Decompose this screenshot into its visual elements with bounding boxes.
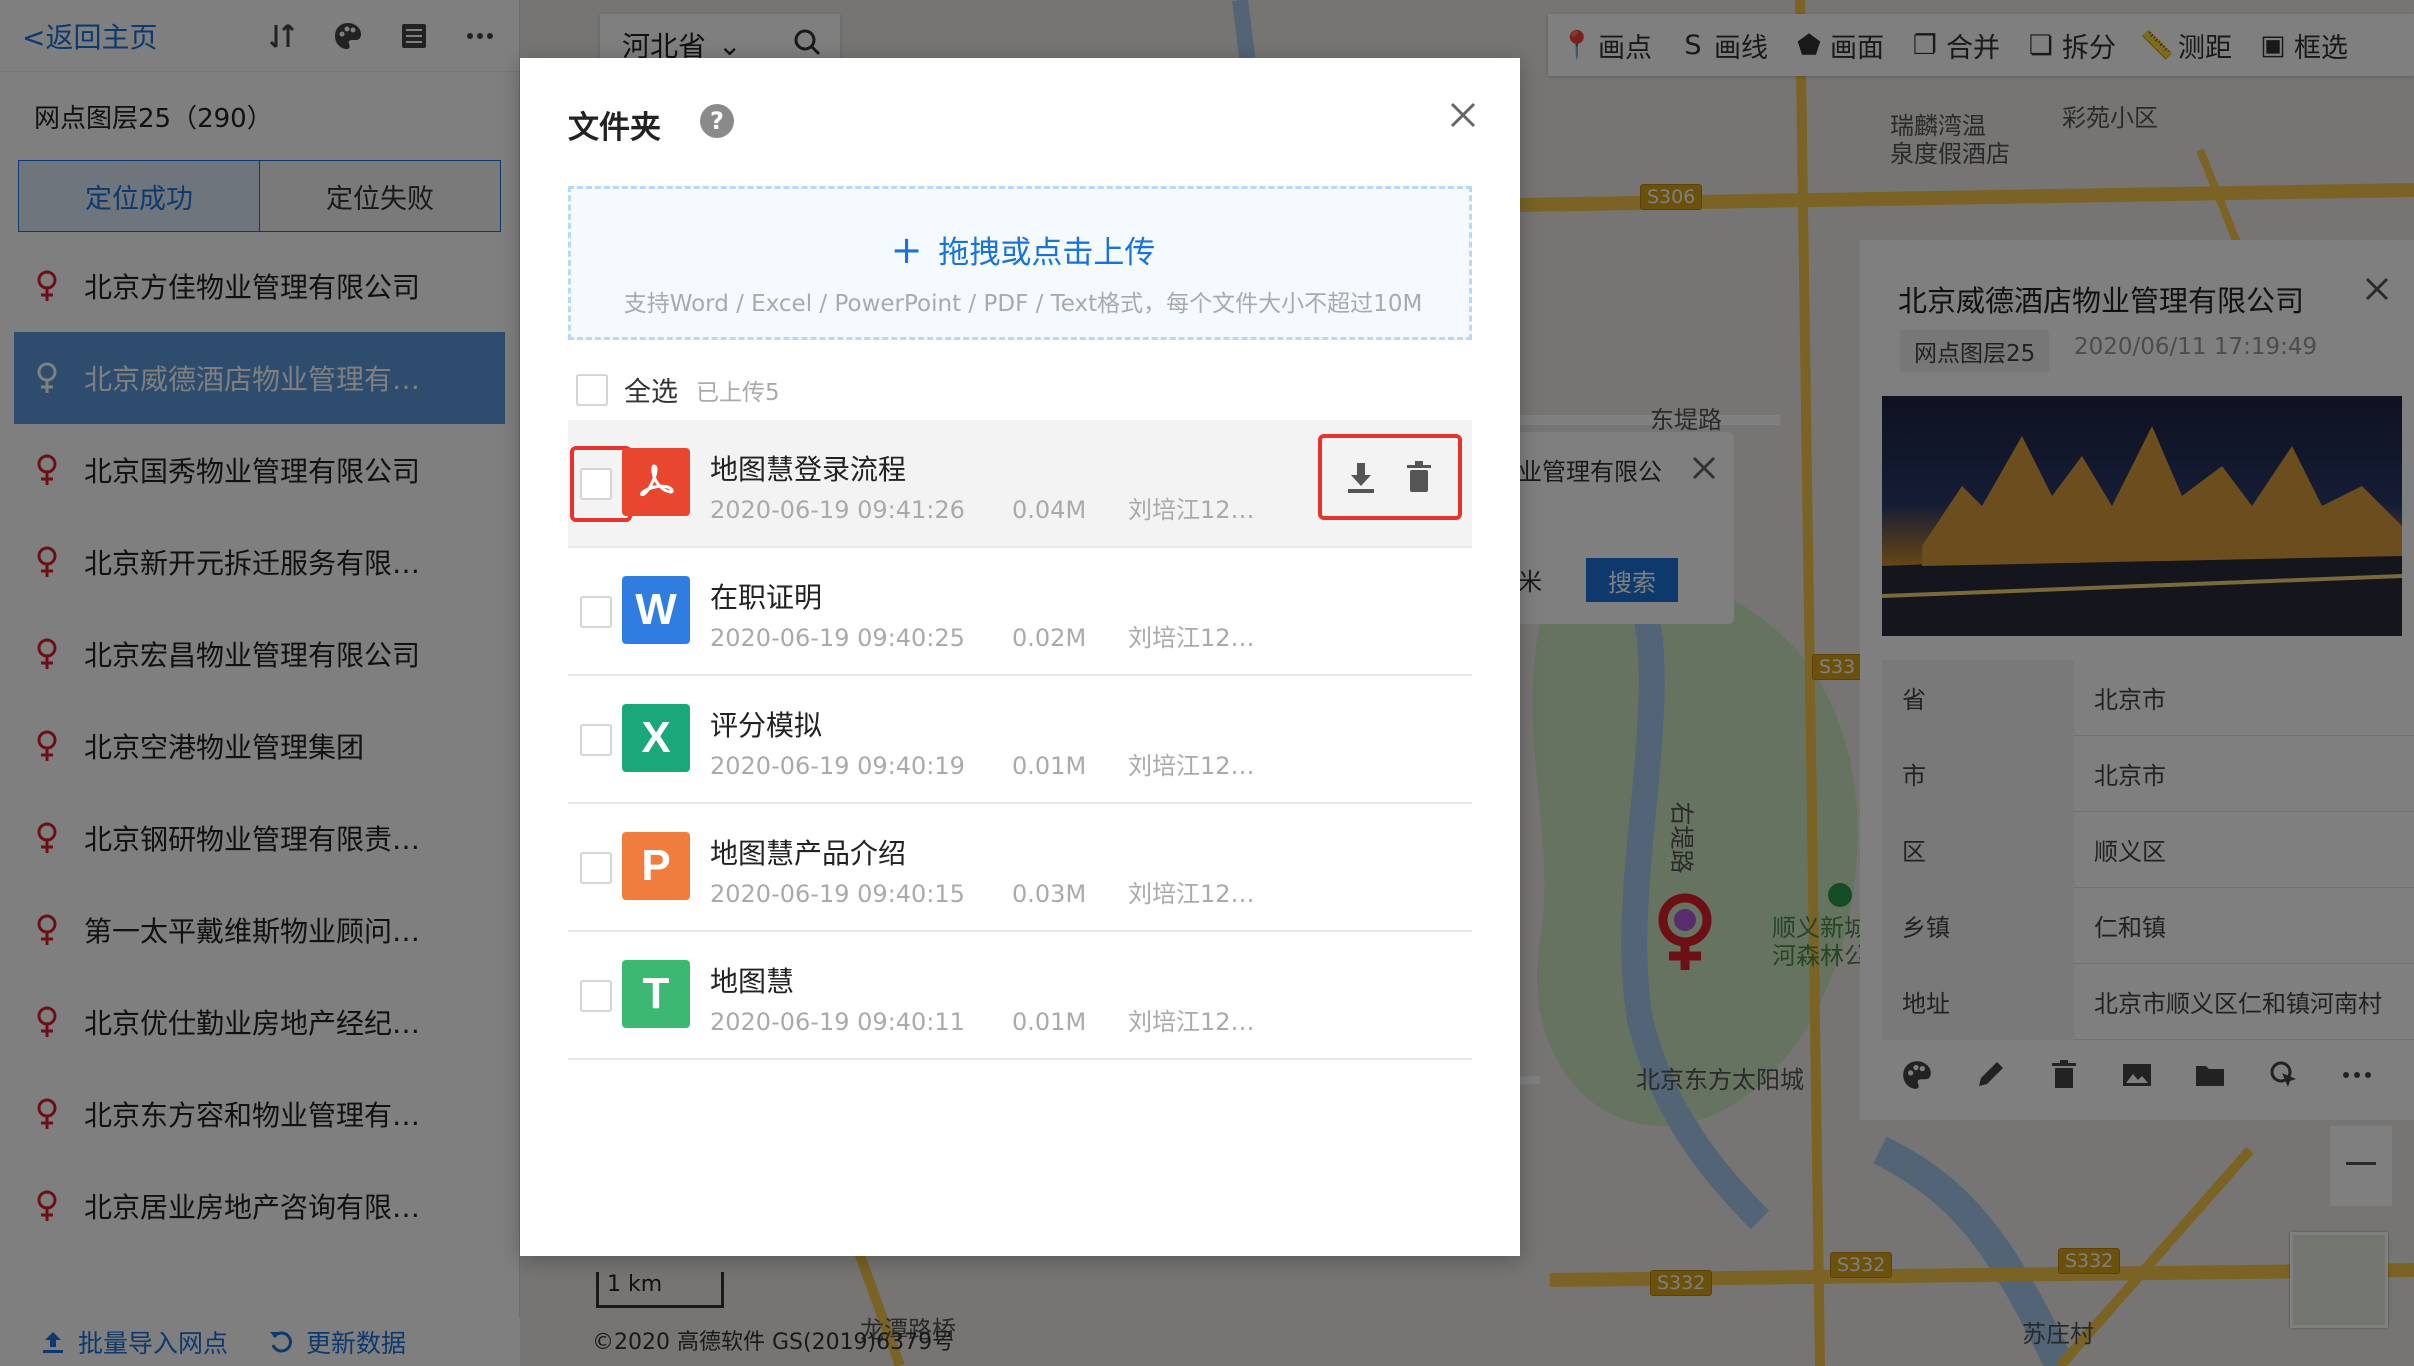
file-time: 2020-06-19 09:40:19 <box>710 752 965 780</box>
file-meta: 2020-06-19 09:40:19 0.01M 刘培江12… <box>710 746 1255 781</box>
file-list: 地图慧登录流程 2020-06-19 09:41:26 0.04M 刘培江12… W 在职… <box>568 420 1472 1060</box>
file-size: 0.03M <box>1012 880 1087 908</box>
file-checkbox[interactable] <box>580 852 612 884</box>
file-name[interactable]: 地图慧产品介绍 <box>710 832 906 872</box>
select-all-checkbox[interactable] <box>576 373 608 406</box>
file-name[interactable]: 在职证明 <box>710 576 822 616</box>
file-uploader: 刘培江12… <box>1128 880 1255 908</box>
file-name[interactable]: 评分模拟 <box>710 704 822 744</box>
file-meta: 2020-06-19 09:41:26 0.04M 刘培江12… <box>710 490 1255 525</box>
file-time: 2020-06-19 09:41:26 <box>710 496 965 524</box>
file-size: 0.04M <box>1012 496 1087 524</box>
download-icon[interactable] <box>1343 459 1379 495</box>
file-size: 0.01M <box>1012 752 1087 780</box>
select-all-label: 全选 <box>624 377 678 408</box>
word-file-icon: W <box>622 576 690 644</box>
file-checkbox[interactable] <box>580 724 612 756</box>
file-uploader: 刘培江12… <box>1128 624 1255 652</box>
file-meta: 2020-06-19 09:40:15 0.03M 刘培江12… <box>710 874 1255 909</box>
file-checkbox[interactable] <box>580 468 612 500</box>
text-file-icon: T <box>622 960 690 1028</box>
file-size: 0.02M <box>1012 624 1087 652</box>
file-row[interactable]: 地图慧登录流程 2020-06-19 09:41:26 0.04M 刘培江12… <box>568 420 1472 548</box>
file-checkbox[interactable] <box>580 596 612 628</box>
file-row[interactable]: P 地图慧产品介绍 2020-06-19 09:40:15 0.03M 刘培江12… <box>568 804 1472 932</box>
file-meta: 2020-06-19 09:40:11 0.01M 刘培江12… <box>710 1002 1255 1037</box>
upload-dropzone[interactable]: + 拖拽或点击上传 支持Word / Excel / PowerPoint / P… <box>568 186 1472 340</box>
file-actions <box>1318 434 1462 520</box>
file-size: 0.01M <box>1012 1008 1087 1036</box>
delete-icon[interactable] <box>1401 459 1437 495</box>
dialog-title: 文件夹 <box>568 110 661 146</box>
file-time: 2020-06-19 09:40:11 <box>710 1008 965 1036</box>
file-name[interactable]: 地图慧 <box>710 960 794 1000</box>
file-time: 2020-06-19 09:40:25 <box>710 624 965 652</box>
file-time: 2020-06-19 09:40:15 <box>710 880 965 908</box>
file-uploader: 刘培江12… <box>1128 1008 1255 1036</box>
plus-icon: + <box>890 228 923 272</box>
pdf-file-icon <box>622 448 690 516</box>
file-meta: 2020-06-19 09:40:25 0.02M 刘培江12… <box>710 618 1255 653</box>
file-name[interactable]: 地图慧登录流程 <box>710 448 906 488</box>
file-checkbox[interactable] <box>580 980 612 1012</box>
uploaded-count: 已上传5 <box>696 379 780 406</box>
folder-dialog: 文件夹 ? + 拖拽或点击上传 支持Word / Excel / PowerPoi… <box>520 58 1520 1256</box>
help-icon[interactable]: ? <box>700 104 734 138</box>
file-row[interactable]: X 评分模拟 2020-06-19 09:40:19 0.01M 刘培江12… <box>568 676 1472 804</box>
close-icon[interactable] <box>1446 98 1480 132</box>
file-uploader: 刘培江12… <box>1128 496 1255 524</box>
file-uploader: 刘培江12… <box>1128 752 1255 780</box>
upload-hint: 支持Word / Excel / PowerPoint / PDF / Text… <box>623 291 1423 317</box>
file-row[interactable]: T 地图慧 2020-06-19 09:40:11 0.01M 刘培江12… <box>568 932 1472 1060</box>
ppt-file-icon: P <box>622 832 690 900</box>
file-row[interactable]: W 在职证明 2020-06-19 09:40:25 0.02M 刘培江12… <box>568 548 1472 676</box>
upload-label: 拖拽或点击上传 <box>938 235 1156 271</box>
select-all-row: 全选 已上传5 <box>576 370 780 409</box>
excel-file-icon: X <box>622 704 690 772</box>
